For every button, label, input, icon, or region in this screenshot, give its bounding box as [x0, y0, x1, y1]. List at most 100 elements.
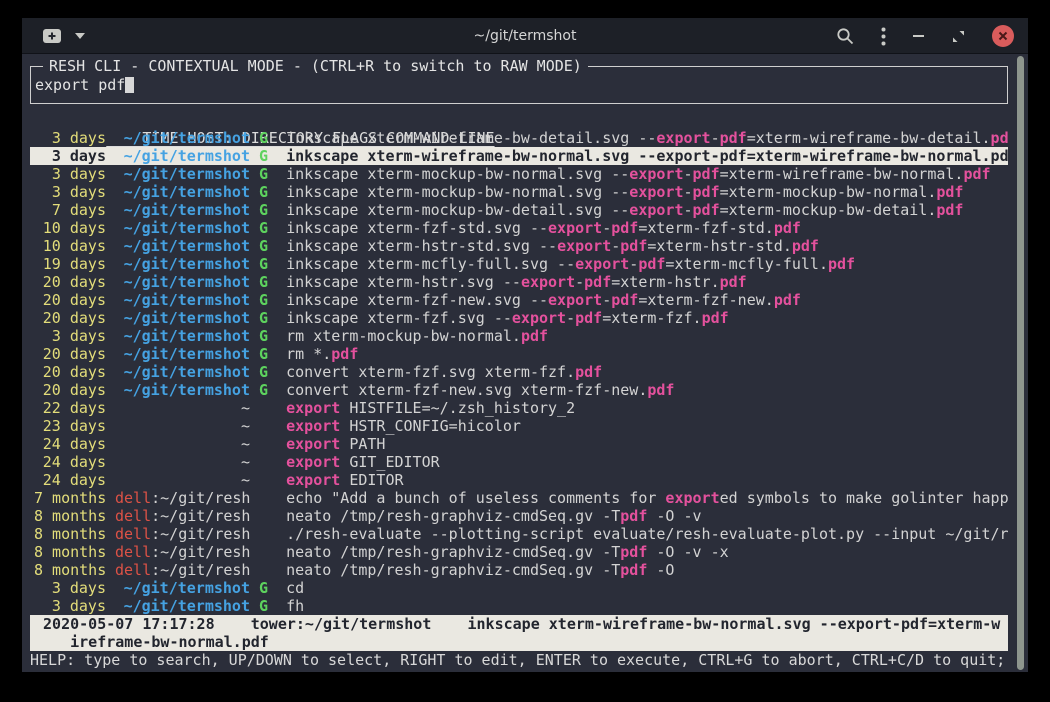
- history-row[interactable]: 3 days~/git/termshot G inkscape xterm-wi…: [30, 129, 1008, 147]
- row-flag: [250, 507, 286, 525]
- history-row[interactable]: 20 days~/git/termshot G inkscape xterm-h…: [30, 273, 1008, 291]
- row-command: inkscape xterm-mockup-bw-detail.svg --ex…: [286, 201, 1008, 219]
- row-path: :~/git/resh: [151, 507, 250, 525]
- history-row[interactable]: 23 days~ export HSTR_CONFIG=hicolor: [30, 417, 1008, 435]
- row-path: ~/git/termshot: [124, 381, 250, 399]
- history-row[interactable]: 3 days~/git/termshot G inkscape xterm-wi…: [30, 147, 1008, 165]
- row-command: convert xterm-fzf.svg xterm-fzf.pdf: [286, 363, 1008, 381]
- history-row[interactable]: 8 monthsdell:~/git/resh neato /tmp/resh-…: [30, 561, 1008, 579]
- row-directory: ~/git/termshot: [115, 165, 250, 183]
- search-button[interactable]: [836, 27, 854, 45]
- history-row[interactable]: 20 days~/git/termshot G convert xterm-fz…: [30, 363, 1008, 381]
- row-directory: ~: [115, 453, 250, 471]
- history-row[interactable]: 24 days~ export EDITOR: [30, 471, 1008, 489]
- command-match-text: export: [557, 237, 611, 255]
- menu-button[interactable]: [881, 27, 886, 46]
- row-gap: [106, 489, 115, 507]
- row-directory: ~: [115, 435, 250, 453]
- command-text: inkscape xterm-hstr.svg --: [286, 273, 521, 291]
- history-row[interactable]: 8 monthsdell:~/git/resh neato /tmp/resh-…: [30, 507, 1008, 525]
- history-row[interactable]: 20 days~/git/termshot G rm *.pdf: [30, 345, 1008, 363]
- history-row[interactable]: 19 days~/git/termshot G inkscape xterm-m…: [30, 255, 1008, 273]
- row-gap: [106, 309, 115, 327]
- row-directory: ~/git/termshot: [115, 219, 250, 237]
- row-flag: G: [250, 363, 286, 381]
- row-flag: G: [250, 579, 286, 597]
- history-row[interactable]: 22 days~ export HISTFILE=~/.zsh_history_…: [30, 399, 1008, 417]
- row-command: inkscape xterm-mcfly-full.svg --export-p…: [286, 255, 1008, 273]
- row-time: 20 days: [34, 345, 106, 363]
- close-button[interactable]: [992, 25, 1014, 47]
- command-match-text: export: [656, 129, 710, 147]
- menu-kebab-icon: [881, 27, 886, 46]
- row-gap: [106, 363, 115, 381]
- command-text: -: [602, 291, 611, 309]
- row-flag: G: [250, 201, 286, 219]
- history-row[interactable]: 7 monthsdell:~/git/resh echo "Add a bunc…: [30, 489, 1008, 507]
- history-list: 3 days ~/git/termshot G inkscape xterm-wi…: [30, 129, 1008, 615]
- row-directory: ~: [115, 399, 250, 417]
- row-path: ~/git/termshot: [124, 129, 250, 147]
- history-row[interactable]: 3 days~/git/termshot G fh: [30, 597, 1008, 615]
- row-directory: ~/git/termshot: [115, 579, 250, 597]
- history-row[interactable]: 20 days~/git/termshot G inkscape xterm-f…: [30, 291, 1008, 309]
- history-row[interactable]: 8 monthsdell:~/git/resh ./resh-evaluate …: [30, 525, 1008, 543]
- command-match-text: pdf: [702, 309, 729, 327]
- row-time: 20 days: [34, 309, 106, 327]
- row-command: inkscape xterm-wireframe-bw-detail.svg -…: [286, 129, 1008, 147]
- command-match-text: export: [629, 165, 683, 183]
- command-text: inkscape xterm-fzf.svg --: [286, 309, 512, 327]
- row-host: dell: [115, 507, 151, 525]
- history-row[interactable]: 10 days~/git/termshot G inkscape xterm-h…: [30, 237, 1008, 255]
- history-row[interactable]: 20 days~/git/termshot G convert xterm-fz…: [30, 381, 1008, 399]
- row-command: export GIT_EDITOR: [286, 453, 1008, 471]
- row-command: rm xterm-mockup-bw-normal.pdf: [286, 327, 1008, 345]
- command-text: =xterm-wireframe-bw-normal.: [747, 147, 991, 165]
- command-match-text: pdf: [693, 201, 720, 219]
- command-match-text: pdf: [693, 183, 720, 201]
- history-row[interactable]: 3 days~/git/termshot G cd: [30, 579, 1008, 597]
- row-path: ~/git/termshot: [124, 597, 250, 615]
- history-row[interactable]: 3 days~/git/termshot G rm xterm-mockup-b…: [30, 327, 1008, 345]
- row-directory: ~/git/termshot: [115, 183, 250, 201]
- history-row[interactable]: 10 days~/git/termshot G inkscape xterm-f…: [30, 219, 1008, 237]
- status-line-1: 2020-05-07 17:17:28 tower:~/git/termshot…: [30, 615, 1008, 633]
- history-row[interactable]: 3 days~/git/termshot G inkscape xterm-mo…: [30, 183, 1008, 201]
- restore-button[interactable]: [952, 30, 965, 43]
- row-time: 20 days: [34, 273, 106, 291]
- row-gap: [106, 273, 115, 291]
- history-row[interactable]: 3 days~/git/termshot G inkscape xterm-mo…: [30, 165, 1008, 183]
- history-row[interactable]: 24 days~ export GIT_EDITOR: [30, 453, 1008, 471]
- history-row[interactable]: 7 days~/git/termshot G inkscape xterm-mo…: [30, 201, 1008, 219]
- history-row[interactable]: 24 days~ export PATH: [30, 435, 1008, 453]
- row-path: ~/git/termshot: [124, 363, 250, 381]
- row-time: 7 days: [34, 201, 106, 219]
- command-text: HSTR_CONFIG=hicolor: [340, 417, 521, 435]
- command-text: GIT_EDITOR: [340, 453, 439, 471]
- row-gap: [106, 543, 115, 561]
- row-path: ~/git/termshot: [124, 165, 250, 183]
- command-text: inkscape xterm-hstr-std.svg --: [286, 237, 557, 255]
- row-command: echo "Add a bunch of useless comments fo…: [286, 489, 1008, 507]
- row-gap: [106, 381, 115, 399]
- tab-dropdown-button[interactable]: [75, 33, 85, 39]
- text-cursor: [125, 77, 134, 93]
- minimize-button[interactable]: [913, 34, 925, 38]
- command-text: neato /tmp/resh-graphviz-cmdSeq.gv -T: [286, 543, 620, 561]
- row-time: 22 days: [34, 399, 106, 417]
- command-match-text: pdf: [620, 507, 647, 525]
- search-icon: [836, 27, 854, 45]
- command-match-text: export: [629, 201, 683, 219]
- row-time: 3 days: [34, 129, 106, 147]
- command-match-text: pdf: [575, 363, 602, 381]
- command-text: =xterm-hstr.: [611, 273, 719, 291]
- scrollbar-thumb[interactable]: [1017, 56, 1024, 670]
- row-time: 8 months: [34, 525, 106, 543]
- row-path: ~: [241, 417, 250, 435]
- new-tab-button[interactable]: [42, 28, 62, 44]
- command-match-text: export: [286, 435, 340, 453]
- history-row[interactable]: 8 monthsdell:~/git/resh neato /tmp/resh-…: [30, 543, 1008, 561]
- command-match-text: export: [548, 219, 602, 237]
- command-text: -: [683, 201, 692, 219]
- history-row[interactable]: 20 days~/git/termshot G inkscape xterm-f…: [30, 309, 1008, 327]
